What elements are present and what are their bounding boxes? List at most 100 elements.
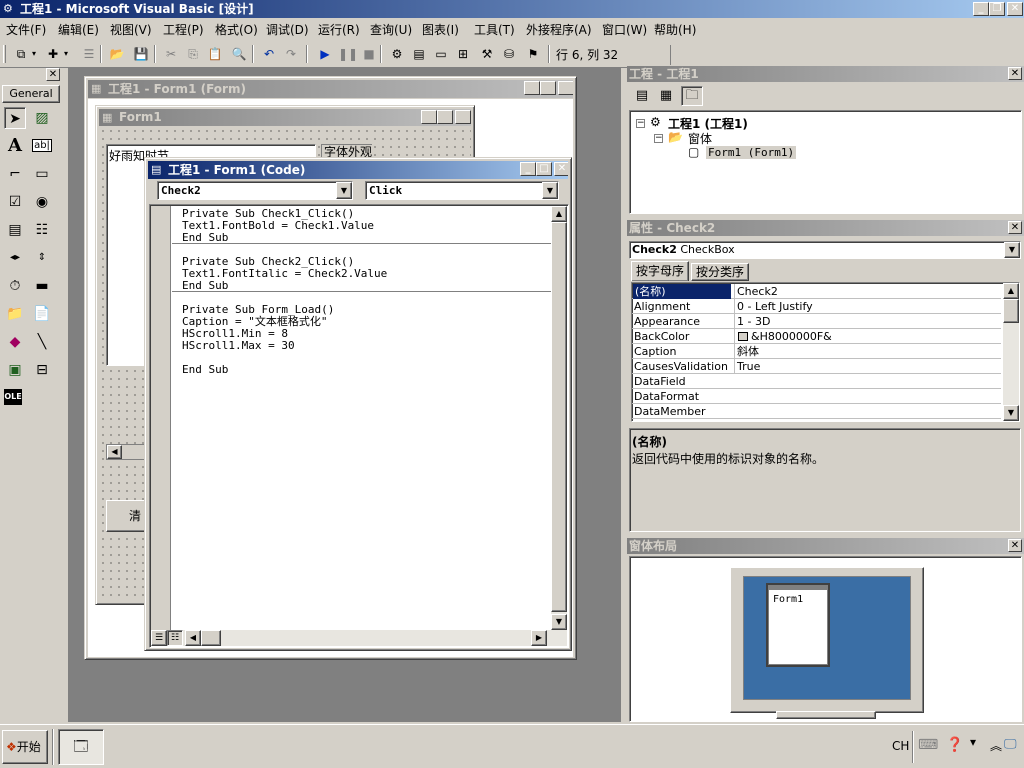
pointer-tool-icon[interactable]: ➤ xyxy=(4,107,26,129)
view-code-icon[interactable]: ▤ xyxy=(631,86,653,106)
collapse-icon[interactable]: − xyxy=(636,119,645,128)
help-icon[interactable]: ❓ xyxy=(946,737,963,753)
procedure-view-icon[interactable]: ☰ xyxy=(151,630,167,646)
dropdown-arrow-icon[interactable]: ▾ xyxy=(30,45,38,63)
frame-tool-icon[interactable]: ⌐ xyxy=(4,163,26,185)
margin-indicator-bar[interactable] xyxy=(151,206,171,630)
end-icon[interactable]: ■ xyxy=(360,45,378,63)
menu-query[interactable]: 查询(U) xyxy=(370,22,412,38)
find-icon[interactable]: 🔍 xyxy=(230,45,248,63)
picturebox-tool-icon[interactable]: ▨ xyxy=(31,107,53,129)
save-icon[interactable]: 💾 xyxy=(132,45,150,63)
code-window-minimize-button[interactable]: _ xyxy=(520,162,536,176)
form-layout-icon[interactable]: ▭ xyxy=(432,45,450,63)
toolbar-grip[interactable] xyxy=(3,45,6,63)
cut-icon[interactable]: ✂ xyxy=(162,45,180,63)
menu-debug[interactable]: 调试(D) xyxy=(266,22,309,38)
open-folder-icon[interactable]: 📂 xyxy=(108,45,126,63)
property-row[interactable]: BackColor &H8000000F& xyxy=(632,329,1001,344)
object-browser-icon[interactable]: ⊞ xyxy=(454,45,472,63)
scroll-up-arrow-icon[interactable]: ▲ xyxy=(1003,283,1019,299)
full-module-view-icon[interactable]: ☷ xyxy=(167,630,183,646)
code-horizontal-scrollbar[interactable]: ☰ ☷ ◀ ▶ xyxy=(151,630,567,646)
code-window-maximize-button[interactable]: □ xyxy=(536,162,552,176)
toggle-folders-icon[interactable]: 🗀 xyxy=(681,86,703,106)
tab-categorized[interactable]: 按分类序 xyxy=(691,263,749,281)
keyboard-icon[interactable]: ⌨ xyxy=(918,737,938,753)
property-row[interactable]: DataFormat xyxy=(632,389,1001,404)
property-row[interactable]: Caption 斜体 xyxy=(632,344,1001,359)
input-language-indicator[interactable]: CH xyxy=(892,739,909,753)
view-object-icon[interactable]: ▦ xyxy=(655,86,677,106)
project-explorer-close-button[interactable]: ✕ xyxy=(1008,67,1022,80)
chevron-down-icon[interactable]: ▼ xyxy=(542,182,558,199)
property-scrollbar[interactable]: ▲ ▼ xyxy=(1003,283,1019,421)
code-window-close-button[interactable]: ✕ xyxy=(554,162,568,176)
undo-icon[interactable]: ↶ xyxy=(260,45,278,63)
scroll-right-arrow-icon[interactable]: ▶ xyxy=(531,630,547,646)
tray-options-icon[interactable]: ▾ xyxy=(970,735,976,749)
data-view-icon[interactable]: ⛁ xyxy=(500,45,518,63)
property-row[interactable]: CausesValidation True xyxy=(632,359,1001,374)
image-tool-icon[interactable]: ▣ xyxy=(4,359,26,381)
menu-window[interactable]: 窗口(W) xyxy=(602,22,647,38)
property-row[interactable]: (名称) Check2 xyxy=(632,284,1001,299)
clear-button[interactable]: 清 xyxy=(106,500,146,532)
dirlistbox-tool-icon[interactable]: 📁 xyxy=(4,303,26,325)
property-value[interactable]: 斜体 xyxy=(734,344,999,359)
tray-expand-icon[interactable]: ︽ xyxy=(990,737,1002,754)
property-row[interactable]: Appearance 1 - 3D xyxy=(632,314,1001,329)
scroll-left-arrow-icon[interactable]: ◀ xyxy=(185,630,201,646)
form-layout-close-button[interactable]: ✕ xyxy=(1008,539,1022,552)
menu-run[interactable]: 运行(R) xyxy=(318,22,360,38)
component-manager-icon[interactable]: ⚑ xyxy=(524,45,542,63)
form-designer-minimize-button[interactable]: _ xyxy=(524,81,540,95)
scroll-down-arrow-icon[interactable]: ▼ xyxy=(1003,405,1019,421)
property-value[interactable]: 1 - 3D xyxy=(734,314,999,329)
hscroll1[interactable]: ◀ xyxy=(106,444,146,460)
vb-taskbar-button[interactable]: 🗔 xyxy=(58,729,104,765)
property-grid[interactable]: (名称) Check2 Alignment 0 - Left Justify A… xyxy=(631,282,1020,422)
hscroll-thumb[interactable] xyxy=(201,630,221,646)
hscrollbar-tool-icon[interactable]: ◂▸ xyxy=(4,247,26,269)
code-editor[interactable]: Private Sub Check1_Click() Text1.FontBol… xyxy=(149,204,569,648)
form1-maximize-button[interactable]: □ xyxy=(437,110,453,124)
combobox-tool-icon[interactable]: ▤ xyxy=(4,219,26,241)
property-row[interactable]: DataMember xyxy=(632,404,1001,419)
drivelistbox-tool-icon[interactable]: ▬ xyxy=(31,275,53,297)
checkbox-tool-icon[interactable]: ☑ xyxy=(4,191,26,213)
object-selector-dropdown[interactable]: Check2 CheckBox ▼ xyxy=(629,241,1021,259)
chevron-down-icon[interactable]: ▼ xyxy=(336,182,352,199)
listbox-tool-icon[interactable]: ☷ xyxy=(31,219,53,241)
toolbox-icon[interactable]: ⚒ xyxy=(478,45,496,63)
tab-alphabetic[interactable]: 按字母序 xyxy=(631,261,689,281)
property-value[interactable]: 0 - Left Justify xyxy=(734,299,999,314)
hscroll-left-arrow-icon[interactable]: ◀ xyxy=(107,445,122,459)
break-icon[interactable]: ❚❚ xyxy=(338,45,358,63)
toolbox-close-button[interactable]: ✕ xyxy=(46,68,60,81)
code-vertical-scrollbar[interactable]: ▲ ▼ xyxy=(551,206,567,630)
procedure-dropdown[interactable]: Click ▼ xyxy=(365,181,559,200)
project-explorer-icon[interactable]: ⚙ xyxy=(388,45,406,63)
form1-minimize-button[interactable]: _ xyxy=(421,110,437,124)
menu-view[interactable]: 视图(V) xyxy=(110,22,152,38)
tree-form1-item[interactable]: Form1 (Form1) xyxy=(706,146,797,159)
shape-tool-icon[interactable]: ◆ xyxy=(4,331,26,353)
textbox-tool-icon[interactable]: ab| xyxy=(31,135,53,157)
start-icon[interactable]: ▶ xyxy=(316,45,334,63)
scroll-thumb[interactable] xyxy=(551,222,567,612)
ole-tool-icon[interactable]: OLE xyxy=(4,389,22,405)
scroll-down-arrow-icon[interactable]: ▼ xyxy=(551,614,567,630)
menu-format[interactable]: 格式(O) xyxy=(215,22,258,38)
add-project-icon[interactable]: ⧉ xyxy=(12,45,30,63)
label-tool-icon[interactable]: A xyxy=(4,135,26,157)
property-row[interactable]: Alignment 0 - Left Justify xyxy=(632,299,1001,314)
menu-help[interactable]: 帮助(H) xyxy=(654,22,696,38)
menu-editor-icon[interactable]: ☰ xyxy=(80,45,98,63)
paste-icon[interactable]: 📋 xyxy=(206,45,224,63)
scroll-thumb[interactable] xyxy=(1003,299,1019,323)
chevron-down-icon[interactable]: ▼ xyxy=(1004,242,1020,258)
dropdown-arrow-icon[interactable]: ▾ xyxy=(62,45,70,63)
optionbutton-tool-icon[interactable]: ◉ xyxy=(31,191,53,213)
start-button[interactable]: ❖开始 xyxy=(2,730,48,764)
